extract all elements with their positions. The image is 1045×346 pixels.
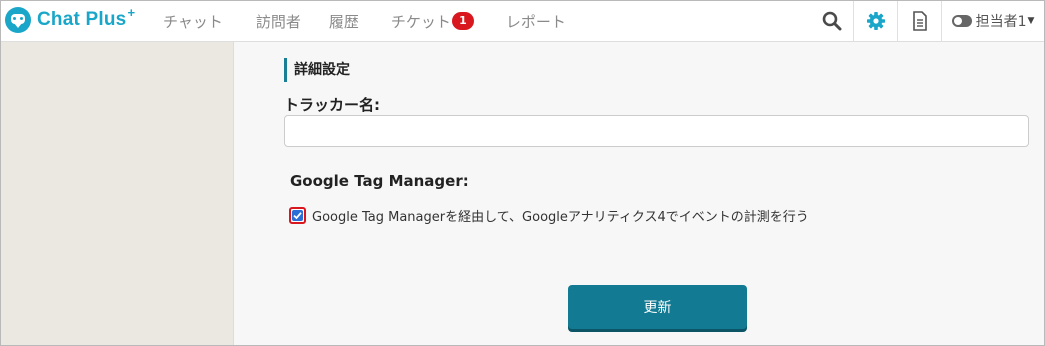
gtm-checkbox-row[interactable]: Google Tag Managerを経由して、Googleアナリティクス4でイ…	[289, 206, 809, 225]
logo-text: Chat Plus+	[37, 5, 136, 30]
search-icon	[822, 11, 841, 31]
chat-plus-logo[interactable]: Chat Plus+	[5, 5, 136, 34]
update-button[interactable]: 更新	[568, 285, 747, 329]
side-panel	[1, 42, 234, 345]
chevron-down-icon: ▼	[1027, 16, 1035, 26]
gtm-label: Google Tag Manager:	[290, 172, 469, 190]
tracker-name-input[interactable]	[284, 115, 1029, 147]
nav-item-chat[interactable]: チャット	[163, 11, 223, 32]
checkmark-icon	[293, 212, 302, 220]
document-button[interactable]	[897, 1, 941, 41]
tracker-name-label: トラッカー名:	[284, 96, 380, 114]
nav-item-reports[interactable]: レポート	[506, 11, 566, 32]
chat-plus-logo-icon	[5, 7, 31, 33]
gtm-checkbox-label[interactable]: Google Tag Managerを経由して、Googleアナリティクス4でイ…	[312, 206, 809, 225]
nav-item-history[interactable]: 履歴	[329, 11, 359, 32]
settings-button[interactable]	[853, 1, 897, 41]
header-tools: 担当者1 ▼	[810, 1, 1044, 41]
search-button[interactable]	[810, 1, 853, 41]
main-nav: チャット 訪問者 履歴 チケット 1 レポート	[163, 1, 599, 41]
gtm-checkbox[interactable]	[289, 207, 306, 224]
gear-icon	[866, 12, 885, 30]
nav-item-visitors[interactable]: 訪問者	[256, 11, 301, 32]
ticket-count-badge: 1	[451, 12, 474, 30]
top-navigation-bar: Chat Plus+ チャット 訪問者 履歴 チケット 1 レポート 担当者1 …	[1, 1, 1044, 42]
user-name: 担当者1	[975, 14, 1027, 30]
app-window: Chat Plus+ チャット 訪問者 履歴 チケット 1 レポート 担当者1 …	[0, 0, 1045, 346]
document-icon	[912, 11, 927, 31]
user-menu[interactable]: 担当者1 ▼	[941, 1, 1044, 41]
status-toggle-icon[interactable]	[951, 15, 972, 27]
section-title: 詳細設定	[284, 58, 350, 82]
settings-form: 詳細設定 トラッカー名: Google Tag Manager: Google …	[234, 42, 1044, 345]
nav-item-tickets[interactable]: チケット 1	[391, 11, 474, 32]
